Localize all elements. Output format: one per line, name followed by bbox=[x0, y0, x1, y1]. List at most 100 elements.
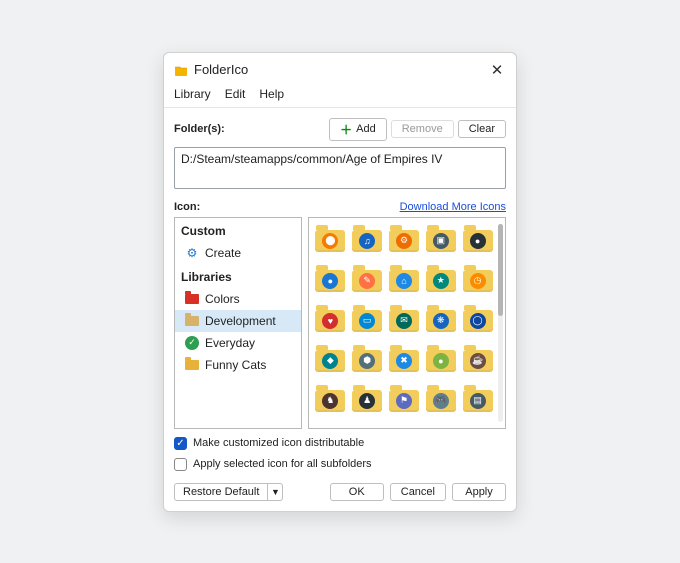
close-button[interactable]: ✕ bbox=[488, 61, 506, 79]
icon-cell[interactable]: ♫ bbox=[350, 222, 385, 260]
icon-cell[interactable] bbox=[350, 422, 385, 424]
menu-library[interactable]: Library bbox=[174, 87, 211, 101]
badge-icon: ● bbox=[470, 233, 486, 249]
ok-button[interactable]: OK bbox=[330, 483, 384, 501]
apply-button[interactable]: Apply bbox=[452, 483, 506, 501]
folders-label: Folder(s): bbox=[174, 123, 225, 135]
icon-cell[interactable]: ⬢ bbox=[350, 342, 385, 380]
panes: Custom ⚙ Create Libraries Colors Developm… bbox=[174, 217, 506, 429]
folder-path-text: D:/Steam/steamapps/common/Age of Empires… bbox=[181, 152, 442, 166]
checkbox-distributable-row[interactable]: ✓ Make customized icon distributable bbox=[174, 437, 506, 450]
icon-cell[interactable]: ▤ bbox=[460, 382, 495, 420]
custom-section: Custom bbox=[175, 218, 301, 242]
icon-cell[interactable] bbox=[387, 422, 422, 424]
clear-label: Clear bbox=[469, 123, 495, 135]
icon-cell[interactable]: 🎮 bbox=[423, 382, 458, 420]
tree-item-everyday[interactable]: ✓Everyday bbox=[175, 332, 301, 354]
plus-icon: ＋ bbox=[340, 121, 352, 138]
badge-icon: ⚙ bbox=[396, 233, 412, 249]
folder-path-input[interactable]: D:/Steam/steamapps/common/Age of Empires… bbox=[174, 147, 506, 189]
badge-icon: ★ bbox=[433, 273, 449, 289]
icon-cell[interactable]: ✎ bbox=[350, 262, 385, 300]
restore-default-button[interactable]: Restore Default bbox=[174, 483, 267, 501]
scrollbar-thumb[interactable] bbox=[498, 224, 503, 316]
icon-cell[interactable]: ⚙ bbox=[387, 222, 422, 260]
badge-icon: ⬢ bbox=[359, 353, 375, 369]
icon-cell[interactable]: ◆ bbox=[313, 342, 348, 380]
menu-edit[interactable]: Edit bbox=[225, 87, 246, 101]
icon-cell[interactable]: ⌂ bbox=[387, 262, 422, 300]
library-tree: Custom ⚙ Create Libraries Colors Developm… bbox=[174, 217, 302, 429]
tree-item-label: Funny Cats bbox=[205, 358, 266, 372]
checkbox-subfolders-label: Apply selected icon for all subfolders bbox=[193, 458, 372, 470]
badge-icon: ♥ bbox=[322, 313, 338, 329]
titlebar: FolderIco ✕ bbox=[164, 53, 516, 85]
check-icon: ✓ bbox=[185, 336, 199, 350]
app-window: FolderIco ✕ Library Edit Help Folder(s):… bbox=[163, 52, 517, 512]
badge-icon: ✎ bbox=[359, 273, 375, 289]
icon-cell[interactable]: ❋ bbox=[423, 302, 458, 340]
badge-icon: ✉ bbox=[396, 313, 412, 329]
icon-cell[interactable]: ● bbox=[313, 262, 348, 300]
icon-cell[interactable]: ⚑ bbox=[387, 382, 422, 420]
tree-item-label: Colors bbox=[205, 292, 240, 306]
remove-label: Remove bbox=[402, 123, 443, 135]
tree-item-colors[interactable]: Colors bbox=[175, 288, 301, 310]
badge-icon: ▭ bbox=[359, 313, 375, 329]
libraries-section: Libraries bbox=[175, 264, 301, 288]
badge-icon: ◯ bbox=[470, 313, 486, 329]
menubar: Library Edit Help bbox=[164, 85, 516, 108]
badge-icon: ✖ bbox=[396, 353, 412, 369]
icon-cell[interactable]: ● bbox=[423, 342, 458, 380]
badge-icon: ▣ bbox=[433, 233, 449, 249]
icon-grid-pane: ⬤♫⚙▣●●✎⌂★◷♥▭✉❋◯◆⬢✖●☕♞♟⚑🎮▤ bbox=[308, 217, 506, 429]
badge-icon: ♞ bbox=[322, 393, 338, 409]
tree-item-development[interactable]: Development bbox=[175, 310, 301, 332]
footer: Restore Default ▼ OK Cancel Apply bbox=[174, 483, 506, 501]
menu-help[interactable]: Help bbox=[259, 87, 284, 101]
icon-cell[interactable]: ★ bbox=[423, 262, 458, 300]
scrollbar[interactable] bbox=[498, 224, 503, 422]
folder-tan-icon bbox=[185, 314, 199, 328]
cancel-button[interactable]: Cancel bbox=[390, 483, 446, 501]
checkbox-distributable[interactable]: ✓ bbox=[174, 437, 187, 450]
tree-create[interactable]: ⚙ Create bbox=[175, 242, 301, 264]
icon-cell[interactable]: ◷ bbox=[460, 262, 495, 300]
icon-cell[interactable]: ☕ bbox=[460, 342, 495, 380]
icon-cell[interactable] bbox=[313, 422, 348, 424]
icon-label: Icon: bbox=[174, 201, 200, 213]
gear-icon: ⚙ bbox=[185, 246, 199, 260]
icon-cell[interactable]: ⬤ bbox=[313, 222, 348, 260]
icon-cell[interactable] bbox=[423, 422, 458, 424]
badge-icon: ◷ bbox=[470, 273, 486, 289]
checkbox-subfolders-row[interactable]: Apply selected icon for all subfolders bbox=[174, 458, 506, 471]
icon-cell[interactable]: ♟ bbox=[350, 382, 385, 420]
icon-cell[interactable]: ◯ bbox=[460, 302, 495, 340]
checkbox-subfolders[interactable] bbox=[174, 458, 187, 471]
badge-icon: ⚑ bbox=[396, 393, 412, 409]
tree-item-funny-cats[interactable]: Funny Cats bbox=[175, 354, 301, 376]
content: Folder(s): ＋Add Remove Clear D:/Steam/st… bbox=[164, 108, 516, 511]
restore-default-caret[interactable]: ▼ bbox=[267, 483, 283, 501]
icon-cell[interactable]: ♞ bbox=[313, 382, 348, 420]
icon-cell[interactable]: ▭ bbox=[350, 302, 385, 340]
checkbox-distributable-label: Make customized icon distributable bbox=[193, 437, 364, 449]
add-button[interactable]: ＋Add bbox=[329, 118, 387, 141]
icon-cell[interactable]: ✉ bbox=[387, 302, 422, 340]
badge-icon: ♟ bbox=[359, 393, 375, 409]
folder-red-icon bbox=[185, 292, 199, 306]
icon-cell[interactable] bbox=[460, 422, 495, 424]
icon-cell[interactable]: ● bbox=[460, 222, 495, 260]
icon-cell[interactable]: ✖ bbox=[387, 342, 422, 380]
download-more-link[interactable]: Download More Icons bbox=[400, 201, 506, 213]
badge-icon: ⌂ bbox=[396, 273, 412, 289]
app-logo-icon bbox=[174, 63, 188, 77]
icon-row: Icon: Download More Icons bbox=[174, 201, 506, 213]
badge-icon: ♫ bbox=[359, 233, 375, 249]
remove-button[interactable]: Remove bbox=[391, 120, 454, 138]
icon-cell[interactable]: ♥ bbox=[313, 302, 348, 340]
clear-button[interactable]: Clear bbox=[458, 120, 506, 138]
icon-grid: ⬤♫⚙▣●●✎⌂★◷♥▭✉❋◯◆⬢✖●☕♞♟⚑🎮▤ bbox=[313, 222, 495, 424]
icon-cell[interactable]: ▣ bbox=[423, 222, 458, 260]
tree-create-label: Create bbox=[205, 246, 241, 260]
